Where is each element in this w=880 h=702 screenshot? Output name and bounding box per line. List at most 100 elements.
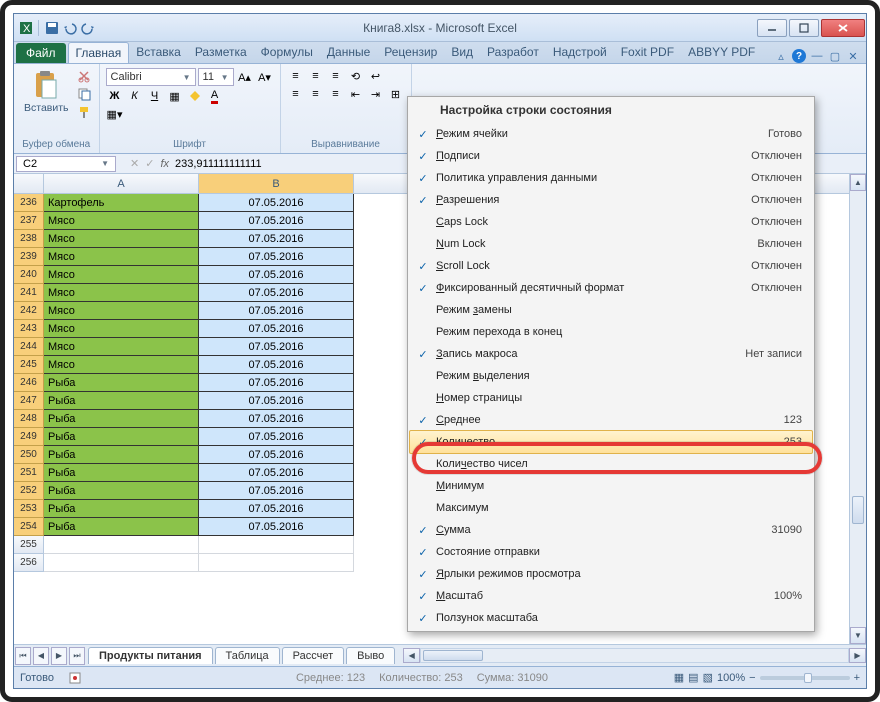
row-header[interactable]: 239 <box>14 248 44 266</box>
status-bar[interactable]: Готово Среднее: 123 Количество: 253 Сумм… <box>14 666 866 688</box>
context-menu-item[interactable]: ✓ Среднее 123 <box>410 409 812 431</box>
context-menu-item[interactable]: ✓ Сумма 31090 <box>410 519 812 541</box>
vertical-scrollbar[interactable]: ▲ ▼ <box>849 174 866 644</box>
row-header[interactable]: 251 <box>14 464 44 482</box>
hscroll-right-icon[interactable]: ▶ <box>849 648 866 663</box>
sheet-tab[interactable]: Таблица <box>215 647 280 664</box>
view-pagebreak-icon[interactable]: ▧ <box>703 671 713 684</box>
cell-product[interactable]: Мясо <box>44 230 199 248</box>
row-header[interactable]: 236 <box>14 194 44 212</box>
cell-date[interactable]: 07.05.2016 <box>199 194 354 212</box>
cell-product[interactable]: Мясо <box>44 338 199 356</box>
cell-product[interactable]: Рыба <box>44 464 199 482</box>
tab-last-icon[interactable]: ⏭ <box>69 647 85 665</box>
scroll-up-icon[interactable]: ▲ <box>850 174 866 191</box>
window-minimize-icon[interactable]: — <box>810 49 824 63</box>
window-close-icon[interactable]: ✕ <box>846 49 860 63</box>
view-layout-icon[interactable]: ▤ <box>688 671 698 684</box>
cell-date[interactable]: 07.05.2016 <box>199 428 354 446</box>
row-header[interactable]: 247 <box>14 392 44 410</box>
ribbon-tab-6[interactable]: Вид <box>444 42 480 63</box>
formula-value[interactable]: 233,911111111111 <box>175 158 262 170</box>
copy-icon[interactable] <box>75 86 93 102</box>
horizontal-scrollbar[interactable]: ◀ ▶ <box>403 648 866 663</box>
context-menu-item[interactable]: ✓ Режим ячейки Готово <box>410 123 812 145</box>
context-menu-item[interactable]: Максимум <box>410 497 812 519</box>
cell-date[interactable]: 07.05.2016 <box>199 284 354 302</box>
row-header[interactable]: 249 <box>14 428 44 446</box>
context-menu-item[interactable]: Минимум <box>410 475 812 497</box>
cell-product[interactable]: Мясо <box>44 284 199 302</box>
cell-date[interactable]: 07.05.2016 <box>199 374 354 392</box>
cell-product[interactable]: Мясо <box>44 302 199 320</box>
context-menu-item[interactable]: Caps Lock Отключен <box>410 211 812 233</box>
cell-product[interactable]: Мясо <box>44 356 199 374</box>
cell-date[interactable]: 07.05.2016 <box>199 212 354 230</box>
increase-indent-icon[interactable]: ⇥ <box>367 86 385 102</box>
cell-product[interactable]: Рыба <box>44 392 199 410</box>
scroll-down-icon[interactable]: ▼ <box>850 627 866 644</box>
redo-icon[interactable] <box>80 20 96 36</box>
row-header[interactable]: 256 <box>14 554 44 572</box>
cell-empty[interactable] <box>44 554 199 572</box>
cell-date[interactable]: 07.05.2016 <box>199 500 354 518</box>
context-menu-item[interactable]: ✓ Scroll Lock Отключен <box>410 255 812 277</box>
ribbon-tab-2[interactable]: Разметка <box>188 42 254 63</box>
align-right-icon[interactable]: ≡ <box>327 86 345 102</box>
ribbon-tab-5[interactable]: Рецензир <box>377 42 444 63</box>
hscroll-thumb[interactable] <box>423 650 483 661</box>
name-box[interactable]: C2▼ <box>16 156 116 172</box>
cell-date[interactable]: 07.05.2016 <box>199 302 354 320</box>
cell-product[interactable]: Рыба <box>44 518 199 536</box>
view-normal-icon[interactable]: ▦ <box>674 671 684 684</box>
decrease-indent-icon[interactable]: ⇤ <box>347 86 365 102</box>
context-menu-item[interactable]: ✓ Количество 253 <box>409 430 813 454</box>
align-bottom-icon[interactable]: ≡ <box>327 68 345 84</box>
context-menu-item[interactable]: Режим перехода в конец <box>410 321 812 343</box>
row-header[interactable]: 238 <box>14 230 44 248</box>
cell-date[interactable]: 07.05.2016 <box>199 392 354 410</box>
ribbon-tab-9[interactable]: Foxit PDF <box>614 42 681 63</box>
context-menu-item[interactable]: ✓ Фиксированный десятичный формат Отключ… <box>410 277 812 299</box>
cancel-formula-icon[interactable]: ✕ <box>130 157 139 170</box>
cut-icon[interactable] <box>75 68 93 84</box>
context-menu-item[interactable]: ✓ Состояние отправки <box>410 541 812 563</box>
context-menu-item[interactable]: Режим выделения <box>410 365 812 387</box>
wrap-text-icon[interactable]: ↩ <box>367 68 385 84</box>
cell-date[interactable]: 07.05.2016 <box>199 320 354 338</box>
row-header[interactable]: 242 <box>14 302 44 320</box>
minimize-button[interactable] <box>757 19 787 37</box>
cell-product[interactable]: Мясо <box>44 248 199 266</box>
row-header[interactable]: 254 <box>14 518 44 536</box>
ribbon-tab-4[interactable]: Данные <box>320 42 377 63</box>
row-header[interactable]: 248 <box>14 410 44 428</box>
zoom-slider[interactable] <box>760 676 850 680</box>
vscroll-thumb[interactable] <box>852 496 864 524</box>
macro-record-icon[interactable] <box>68 671 82 685</box>
context-menu-item[interactable]: ✓ Ярлыки режимов просмотра <box>410 563 812 585</box>
font-name-combo[interactable]: Calibri▼ <box>106 68 196 86</box>
zoom-value[interactable]: 100% <box>717 672 745 684</box>
underline-icon[interactable]: Ч <box>146 88 164 104</box>
context-menu-item[interactable]: ✓ Подписи Отключен <box>410 145 812 167</box>
cell-product[interactable]: Картофель <box>44 194 199 212</box>
fill-color-icon[interactable] <box>186 88 204 104</box>
fx-icon[interactable]: fx <box>160 158 169 170</box>
cell-product[interactable]: Мясо <box>44 266 199 284</box>
align-left-icon[interactable]: ≡ <box>287 86 305 102</box>
ribbon-tab-7[interactable]: Разработ <box>480 42 546 63</box>
context-menu-item[interactable]: ✓ Разрешения Отключен <box>410 189 812 211</box>
context-menu-item[interactable]: ✓ Ползунок масштаба <box>410 607 812 629</box>
cell-product[interactable]: Рыба <box>44 374 199 392</box>
format-painter-icon[interactable] <box>75 104 93 120</box>
cell-date[interactable]: 07.05.2016 <box>199 464 354 482</box>
row-header[interactable]: 244 <box>14 338 44 356</box>
cell-product[interactable]: Рыба <box>44 428 199 446</box>
column-header-a[interactable]: A <box>44 174 199 193</box>
italic-icon[interactable]: К <box>126 88 144 104</box>
context-menu-item[interactable]: ✓ Запись макроса Нет записи <box>410 343 812 365</box>
close-button[interactable] <box>821 19 865 37</box>
sheet-tab[interactable]: Выво <box>346 647 395 664</box>
orientation-icon[interactable]: ⟲ <box>347 68 365 84</box>
ribbon-tab-10[interactable]: ABBYY PDF <box>681 42 762 63</box>
